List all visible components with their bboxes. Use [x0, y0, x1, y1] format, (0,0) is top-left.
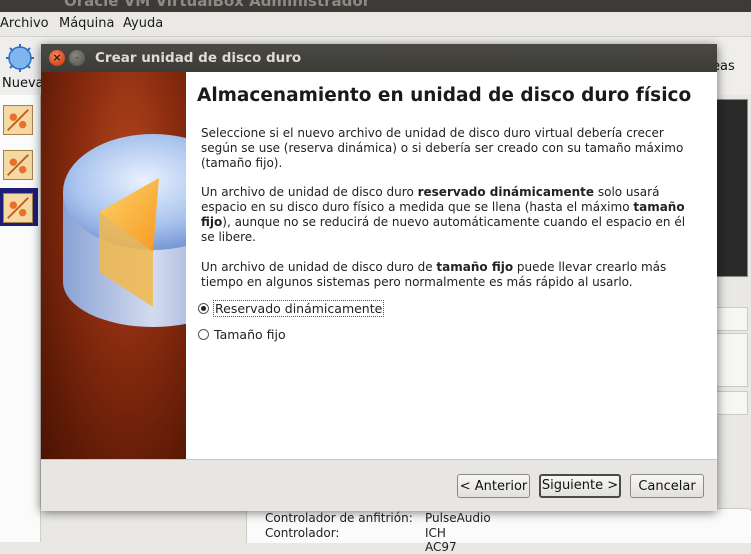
vm-list-item[interactable] — [0, 100, 38, 138]
radio-button[interactable] — [198, 329, 209, 340]
new-vm-icon[interactable] — [5, 43, 35, 73]
back-button[interactable]: < Anterior — [457, 474, 530, 498]
detail-value: ICH AC97 — [425, 526, 457, 554]
wizard-page: Almacenamiento en unidad de disco duro f… — [186, 72, 717, 459]
dialog-titlebar[interactable]: × – Crear unidad de disco duro — [41, 44, 717, 72]
detail-label: Controlador de anfitrión: — [265, 511, 413, 525]
vm-list — [0, 95, 41, 542]
detail-label: Controlador: — [265, 526, 340, 540]
vm-list-item[interactable] — [0, 145, 38, 183]
detail-row: Controlador de anfitrión: PulseAudio — [265, 511, 491, 525]
hard-disk-icon — [63, 134, 186, 327]
option-fixed-label[interactable]: Tamaño fijo — [214, 327, 286, 342]
details-panel-edge — [716, 95, 751, 542]
vm-os-icon — [3, 105, 33, 135]
bold-term: tamaño fijo — [436, 260, 514, 274]
preview-box — [716, 99, 748, 277]
next-button[interactable]: Siguiente > — [539, 474, 621, 498]
vm-list-item-selected[interactable] — [0, 188, 38, 226]
detail-row: Controlador: ICH AC97 — [265, 526, 457, 554]
dynamic-description-paragraph: Un archivo de unidad de disco duro reser… — [201, 185, 691, 245]
option-fixed[interactable]: Tamaño fijo — [198, 327, 286, 342]
bold-term: reservado dinámicamente — [417, 185, 595, 199]
manager-window-title: Oracle VM VirtualBox Administrador — [64, 0, 371, 10]
text-run: ), aunque no se reducirá de nuevo automá… — [201, 215, 686, 244]
dialog-button-bar: < Anterior Siguiente > Cancelar — [41, 459, 717, 511]
dialog-title: Crear unidad de disco duro — [95, 50, 302, 66]
detail-value: PulseAudio — [425, 511, 491, 525]
details-section — [716, 391, 748, 415]
menu-maquina[interactable]: Máquina — [59, 16, 115, 31]
vm-os-icon — [3, 150, 33, 180]
text-run: Un archivo de unidad de disco duro — [201, 185, 418, 199]
menu-ayuda[interactable]: Ayuda — [123, 16, 163, 31]
create-disk-dialog: × – Crear unidad de disco duro Almacenam… — [41, 44, 717, 511]
details-section — [716, 307, 748, 331]
text-run: Un archivo de unidad de disco duro de — [201, 260, 437, 274]
close-icon[interactable]: × — [49, 50, 65, 66]
cancel-button[interactable]: Cancelar — [630, 474, 704, 498]
option-dynamic-label[interactable]: Reservado dinámicamente — [212, 300, 385, 317]
menubar: Archivo Máquina Ayuda — [0, 12, 751, 37]
wizard-side-image — [41, 72, 186, 459]
minimize-icon[interactable]: – — [69, 50, 85, 66]
description-paragraph: Seleccione si el nuevo archivo de unidad… — [201, 126, 684, 170]
option-dynamic[interactable]: Reservado dinámicamente — [198, 300, 385, 317]
page-heading: Almacenamiento en unidad de disco duro f… — [197, 85, 692, 106]
new-vm-label[interactable]: Nueva — [2, 76, 44, 91]
manager-titlebar: Oracle VM VirtualBox Administrador — [0, 0, 751, 12]
menu-archivo[interactable]: Archivo — [0, 16, 49, 31]
vm-os-icon — [3, 193, 33, 223]
fixed-description-paragraph: Un archivo de unidad de disco duro de ta… — [201, 260, 691, 290]
details-section — [716, 333, 748, 387]
radio-button-checked[interactable] — [198, 303, 209, 314]
audio-details: Controlador de anfitrión: PulseAudio Con… — [246, 508, 751, 554]
